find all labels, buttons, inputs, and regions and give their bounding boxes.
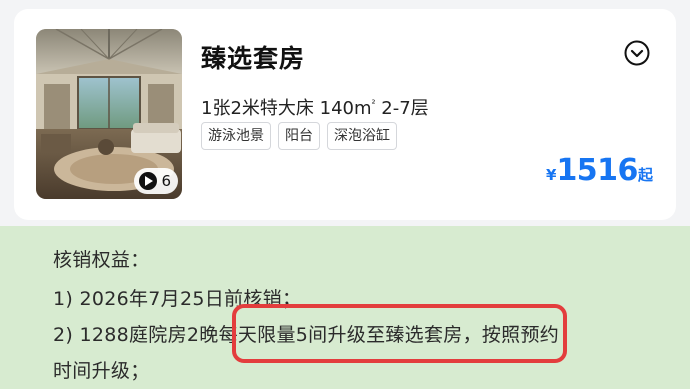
room-card[interactable]: 6 臻选套房 1张2米特大床 140m² 2-7层 游泳池景 阳台 深泡浴缸 ¥… [14,9,676,220]
price-amount: 1516 [556,153,638,188]
tag-deep-bathtub: 深泡浴缸 [327,122,397,150]
room-tags: 游泳池景 阳台 深泡浴缸 [201,122,397,150]
media-count: 6 [161,172,171,190]
room-specs-main: 1张2米特大床 140m [201,98,372,119]
room-specs-floors: 2-7层 [375,98,429,119]
room-title: 臻选套房 [201,44,306,73]
room-specs: 1张2米特大床 140m² 2-7层 [201,94,429,120]
price-suffix: 起 [637,166,653,184]
tag-pool-view: 游泳池景 [201,122,271,150]
video-count-badge[interactable]: 6 [134,168,178,194]
chevron-down-icon[interactable] [623,39,651,67]
room-list-area: 6 臻选套房 1张2米特大床 140m² 2-7层 游泳池景 阳台 深泡浴缸 ¥… [0,0,690,226]
tag-balcony: 阳台 [278,122,320,150]
play-icon [139,172,158,190]
highlight-annotation-box [232,304,567,363]
room-price: ¥1516起 [546,153,653,188]
price-currency: ¥ [546,166,557,184]
benefit-line-3: 时间升级； [53,360,150,382]
room-photo[interactable]: 6 [36,29,182,199]
benefits-heading: 核销权益： [53,249,150,271]
